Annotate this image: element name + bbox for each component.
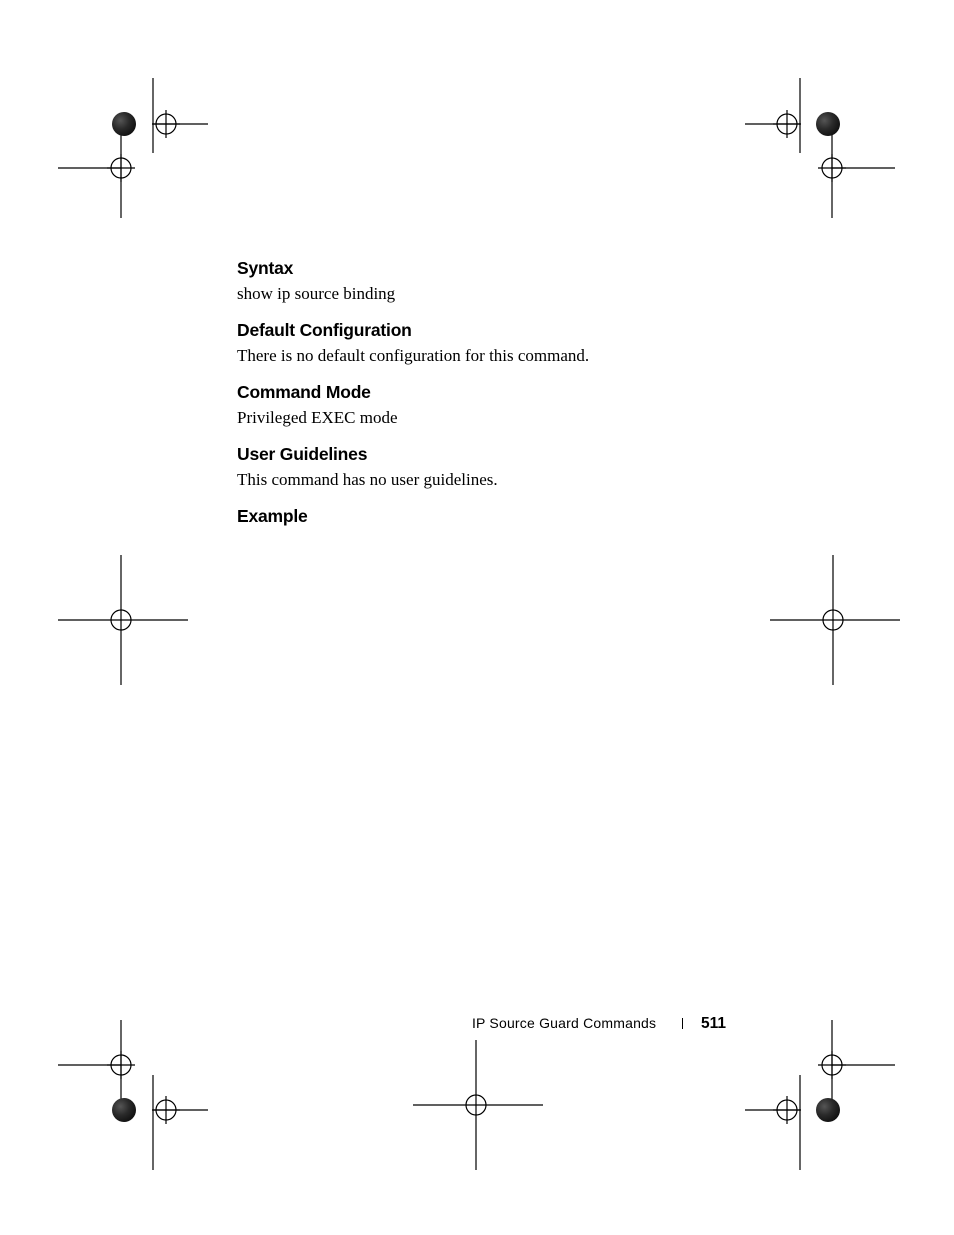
page-content: Syntax show ip source binding Default Co…	[237, 258, 717, 531]
footer-separator	[682, 1018, 683, 1029]
registration-dot-icon	[112, 112, 136, 136]
registration-dot-icon	[112, 1098, 136, 1122]
text-default-config: There is no default configuration for th…	[237, 345, 717, 368]
crop-mark-icon	[58, 78, 218, 218]
registration-dot-icon	[816, 1098, 840, 1122]
crop-mark-icon	[58, 555, 188, 685]
crop-mark-icon	[735, 1020, 895, 1170]
text-syntax: show ip source binding	[237, 283, 717, 306]
text-command-mode: Privileged EXEC mode	[237, 407, 717, 430]
footer-page-number: 511	[701, 1015, 726, 1032]
crop-mark-icon	[413, 1040, 543, 1170]
crop-mark-icon	[58, 1020, 218, 1170]
registration-dot-icon	[816, 112, 840, 136]
page-footer: IP Source Guard Commands 511	[0, 1015, 954, 1033]
heading-example: Example	[237, 506, 717, 527]
text-user-guidelines: This command has no user guidelines.	[237, 469, 717, 492]
crop-mark-icon	[735, 78, 895, 218]
footer-section-label: IP Source Guard Commands	[472, 1015, 656, 1031]
heading-user-guidelines: User Guidelines	[237, 444, 717, 465]
heading-command-mode: Command Mode	[237, 382, 717, 403]
heading-default-config: Default Configuration	[237, 320, 717, 341]
crop-mark-icon	[770, 555, 900, 685]
heading-syntax: Syntax	[237, 258, 717, 279]
